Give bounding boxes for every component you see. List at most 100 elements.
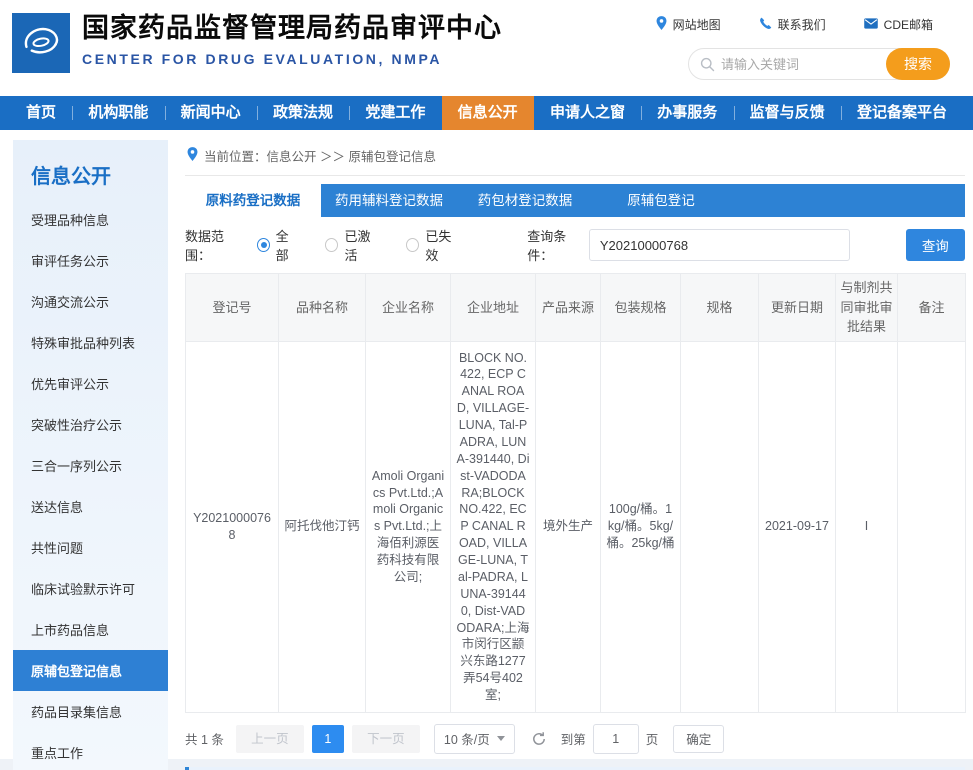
sidebar-item-common-issues[interactable]: 共性问题 [13,527,168,568]
column-header-joint-review-result: 与制剂共同审批审批结果 [836,274,898,342]
sidebar-item-raw-excipient-packaging[interactable]: 原辅包登记信息 [13,650,168,691]
sidebar-item-communication[interactable]: 沟通交流公示 [13,281,168,322]
scope-radio-group: 全部 已激活 已失效 [257,226,462,264]
sidebar: 信息公开 受理品种信息 审评任务公示 沟通交流公示 特殊审批品种列表 优先审评公… [13,140,168,770]
column-header-packaging-spec: 包装规格 [601,274,681,342]
prev-page-button[interactable]: 上一页 [236,725,304,753]
nav-item-registration-platform[interactable]: 登记备案平台 [841,96,963,130]
sidebar-item-drug-catalog[interactable]: 药品目录集信息 [13,691,168,732]
cell-registration-no: Y20210000768 [186,341,279,712]
sidebar-item-delivery-info[interactable]: 送达信息 [13,486,168,527]
chevron-down-icon [497,736,505,741]
site-search-input[interactable] [715,57,886,72]
quick-link-mail[interactable]: CDE邮箱 [864,16,933,33]
nav-item-policies[interactable]: 政策法规 [257,96,349,130]
nav-item-news[interactable]: 新闻中心 [165,96,257,130]
sidebar-item-three-in-one-sequence[interactable]: 三合一序列公示 [13,445,168,486]
tab-api-registration[interactable]: 原料药登记数据 [185,184,321,217]
radio-expired[interactable]: 已失效 [406,226,461,264]
column-header-spec: 规格 [681,274,759,342]
cell-company-name: Amoli Organics Pvt.Ltd.;Amoli Organics P… [366,341,451,712]
site-subtitle: CENTER FOR DRUG EVALUATION, NMPA [82,51,502,67]
quick-links: 网站地图 联系我们 CDE邮箱 [656,16,933,33]
location-pin-icon [187,147,198,164]
page-number-1[interactable]: 1 [312,725,344,753]
sidebar-item-review-tasks[interactable]: 审评任务公示 [13,240,168,281]
cell-packaging-spec: 100g/桶。1kg/桶。5kg/桶。25kg/桶 [601,341,681,712]
tab-packaging-registration[interactable]: 药包材登记数据 [457,184,593,217]
page-size-value: 10 条/页 [444,729,490,748]
quick-link-label: CDE邮箱 [884,16,933,33]
column-header-remark: 备注 [898,274,966,342]
pagination-total: 共 1 条 [185,729,224,748]
page-size-select[interactable]: 10 条/页 [434,724,515,754]
quick-link-label: 联系我们 [778,16,826,33]
nav-item-home[interactable]: 首页 [10,96,72,130]
query-label: 查询条件： [527,226,589,264]
breadcrumb: 当前位置：信息公开 ＞＞ 原辅包登记信息 [185,138,965,176]
sidebar-item-accepted-varieties[interactable]: 受理品种信息 [13,199,168,240]
cell-product-source: 境外生产 [536,341,601,712]
cde-logo-icon [18,20,64,66]
column-header-update-date: 更新日期 [759,274,836,342]
goto-page: 到第 页 确定 [561,724,725,754]
quick-link-contact[interactable]: 联系我们 [759,16,826,33]
main-nav: 首页 机构职能 新闻中心 政策法规 党建工作 信息公开 申请人之窗 办事服务 监… [0,96,973,130]
nav-item-applicant-window[interactable]: 申请人之窗 [534,96,641,130]
cell-spec [681,341,759,712]
nav-item-info-disclosure[interactable]: 信息公开 [442,96,534,130]
goto-suffix: 页 [646,729,659,748]
nav-item-supervision-feedback[interactable]: 监督与反馈 [734,96,841,130]
radio-activated[interactable]: 已激活 [325,226,380,264]
quick-link-label: 网站地图 [673,16,721,33]
table-row[interactable]: Y20210000768 阿托伐他汀钙 Amoli Organics Pvt.L… [186,341,966,712]
site-search-button[interactable]: 搜索 [886,48,950,80]
sidebar-item-special-approval-list[interactable]: 特殊审批品种列表 [13,322,168,363]
radio-all-label: 全部 [276,226,300,264]
title-block: 国家药品监督管理局药品审评中心 CENTER FOR DRUG EVALUATI… [82,12,502,67]
cell-variety-name: 阿托伐他汀钙 [279,341,366,712]
table-header-row: 登记号 品种名称 企业名称 企业地址 产品来源 包装规格 规格 更新日期 与制剂… [186,274,966,342]
breadcrumb-text: 当前位置：信息公开 ＞＞ 原辅包登记信息 [204,146,436,165]
column-header-product-source: 产品来源 [536,274,601,342]
cell-joint-review-result: I [836,341,898,712]
radio-all[interactable]: 全部 [257,226,300,264]
radio-all-control[interactable] [257,238,270,252]
refresh-icon[interactable] [531,731,547,747]
content: 当前位置：信息公开 ＞＞ 原辅包登记信息 原料药登记数据 药用辅料登记数据 药包… [185,138,965,770]
data-tabs: 原料药登记数据 药用辅料登记数据 药包材登记数据 原辅包登记 [185,184,965,217]
query-button[interactable]: 查询 [906,229,965,261]
column-header-registration-no: 登记号 [186,274,279,342]
sidebar-item-clinical-trial-implied-license[interactable]: 临床试验默示许可 [13,568,168,609]
radio-activated-control[interactable] [325,238,338,252]
quick-link-sitemap[interactable]: 网站地图 [656,16,721,33]
cde-logo [12,13,70,73]
goto-label: 到第 [561,729,586,748]
nav-item-org-functions[interactable]: 机构职能 [72,96,164,130]
goto-page-input[interactable] [593,724,639,754]
column-header-company-name: 企业名称 [366,274,451,342]
sidebar-item-marketed-drugs[interactable]: 上市药品信息 [13,609,168,650]
column-header-company-address: 企业地址 [451,274,536,342]
mail-icon [864,18,878,32]
sidebar-item-key-work[interactable]: 重点工作 [13,732,168,770]
radio-activated-label: 已激活 [344,226,380,264]
next-page-button[interactable]: 下一页 [352,725,420,753]
page: 国家药品监督管理局药品审评中心 CENTER FOR DRUG EVALUATI… [0,0,973,770]
sidebar-item-priority-review[interactable]: 优先审评公示 [13,363,168,404]
query-input[interactable] [589,229,850,261]
nav-item-services[interactable]: 办事服务 [641,96,733,130]
goto-confirm-button[interactable]: 确定 [673,725,724,753]
nav-item-party-building[interactable]: 党建工作 [349,96,441,130]
results-table: 登记号 品种名称 企业名称 企业地址 产品来源 包装规格 规格 更新日期 与制剂… [185,273,966,713]
sidebar-title: 信息公开 [13,140,168,199]
radio-expired-label: 已失效 [425,226,461,264]
site-search: 搜索 [688,48,950,80]
tab-excipient-registration[interactable]: 药用辅料登记数据 [321,184,457,217]
sidebar-item-breakthrough-therapy[interactable]: 突破性治疗公示 [13,404,168,445]
tab-raw-aux-pack-registration[interactable]: 原辅包登记 [593,184,729,217]
radio-expired-control[interactable] [406,238,419,252]
filter-row: 数据范围： 全部 已激活 已失效 查询条件： 查询 [185,229,965,261]
phone-icon [759,17,772,33]
column-header-variety-name: 品种名称 [279,274,366,342]
